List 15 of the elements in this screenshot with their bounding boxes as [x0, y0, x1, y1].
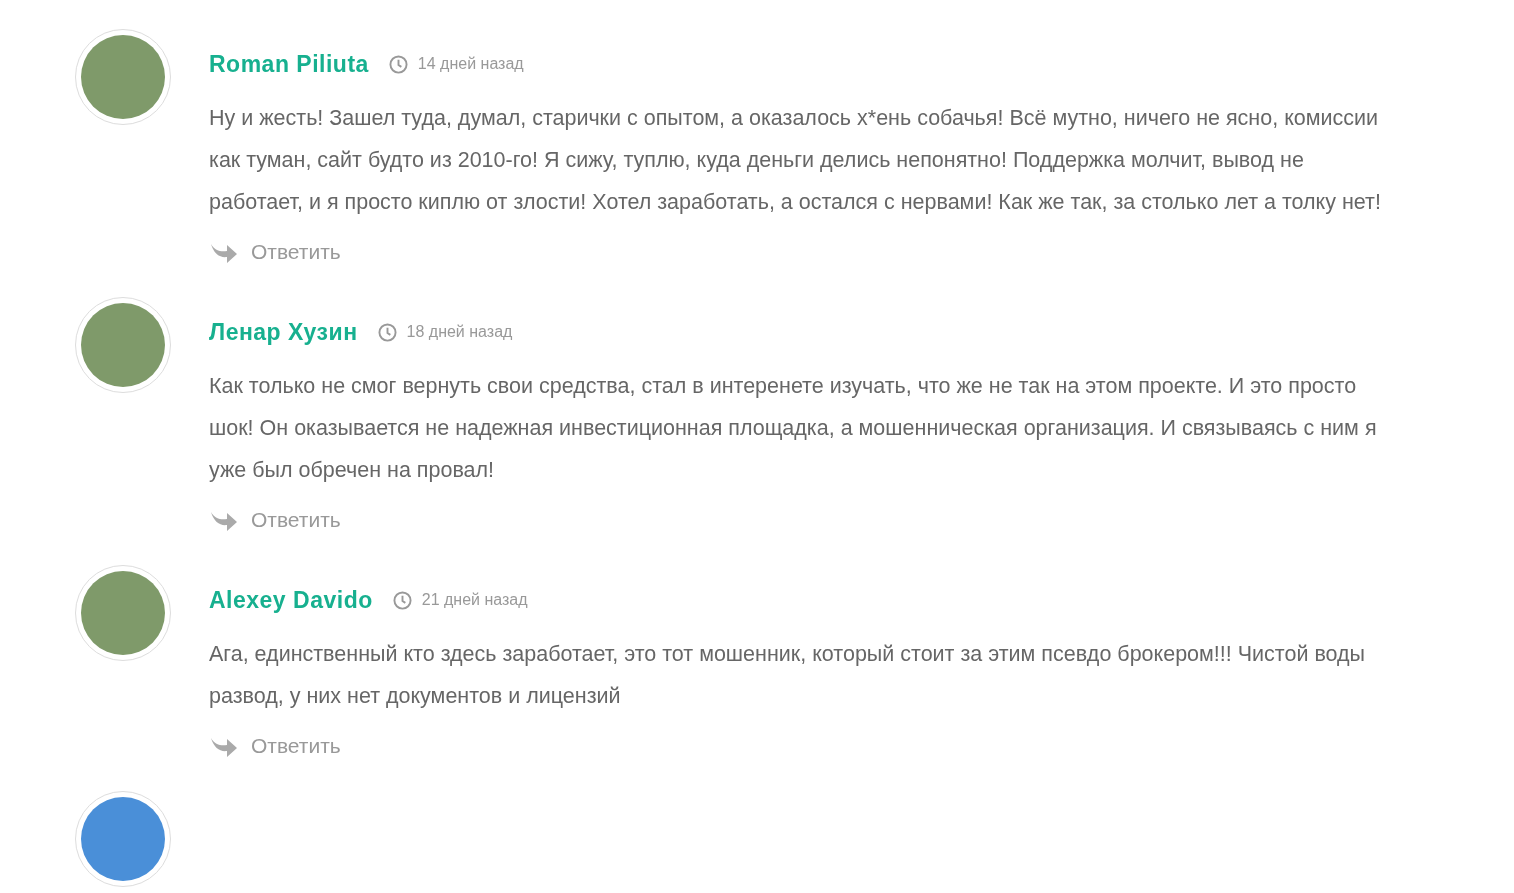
comment-time: 18 дней назад: [406, 323, 513, 341]
clock-icon: [392, 590, 412, 610]
clock-icon: [377, 322, 397, 342]
author-name[interactable]: Ленар Хузин: [209, 318, 358, 346]
reply-button[interactable]: Ответить: [209, 507, 341, 533]
author-name[interactable]: Roman Piliuta: [209, 50, 369, 78]
comment-time: 14 дней назад: [417, 55, 524, 73]
comment-text: Как только не смог вернуть свои средства, стал в интеренете изучать, что же не так на этом проекте. И это просто шок! Он оказывается не надежная инвестиционная площадка, а мошенническая организация. И связываясь с ним я уже был обречен на провал!: [209, 373, 1378, 484]
reply-button[interactable]: Ответить: [209, 733, 341, 759]
reply-button[interactable]: Ответить: [209, 239, 341, 265]
comment-time: 21 дней назад: [421, 591, 528, 609]
author-name[interactable]: Alexey Davido: [209, 586, 373, 614]
clock-icon: [388, 54, 408, 74]
comment-text: Ну и жесть! Зашел туда, думал, старички с опытом, а оказалось х*ень собачья! Всё мутно, ничего не ясно, комиссии как туман, сайт будто из 2010-го! Я сижу, туплю, куда деньги делись непонятно! Поддержка молчит, вывод не работает, и я просто киплю от злости! Хотел заработать, а остался с нервами! Как же так, за столько лет а толку нет!: [209, 105, 1382, 216]
comment-text: Ага, единственный кто здесь заработает, это тот мошенник, который стоит за этим псевдо брокером!!! Чистой воды развод, у них нет документов и лицензий: [209, 641, 1367, 710]
